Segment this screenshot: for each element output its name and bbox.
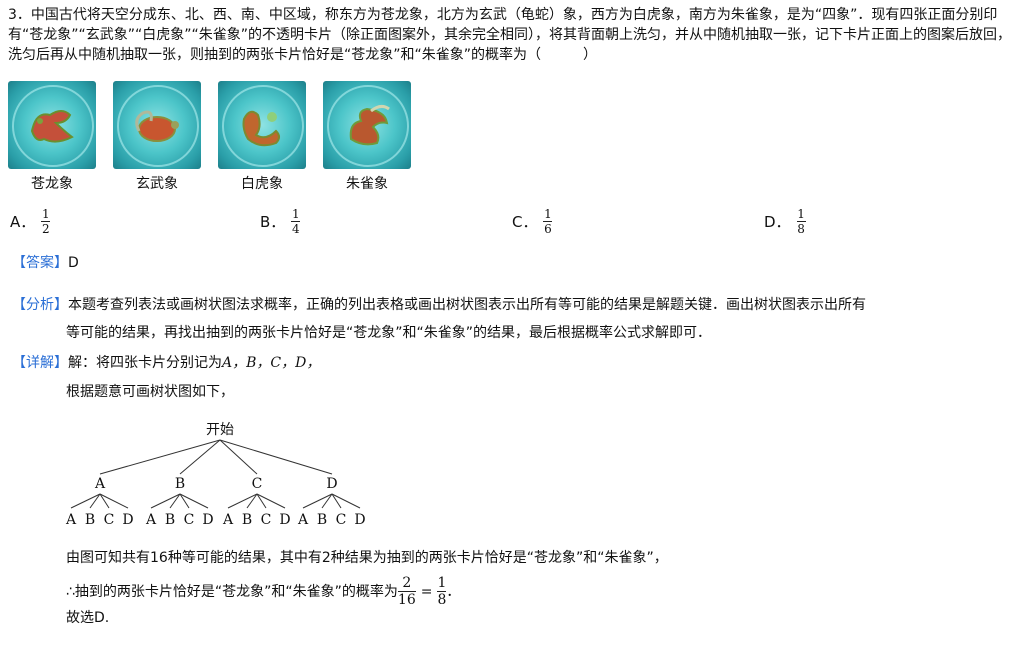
- tree-leaf: A: [65, 512, 77, 528]
- tree-leaf: D: [122, 512, 133, 528]
- option-a-letter: A．: [10, 213, 36, 231]
- tree-node-a: A: [94, 476, 106, 492]
- detail-line-2: 根据题意可画树状图如下，: [66, 384, 234, 400]
- tree-leaf: D: [279, 512, 290, 528]
- analysis-line-1: 【分析】本题考查列表法或画树状图法求概率，正确的列出表格或画出树状图表示出所有等…: [12, 295, 866, 315]
- tree-root: 开始: [206, 422, 234, 438]
- answer-tag: 【答案】: [12, 255, 68, 271]
- option-b-letter: B．: [260, 213, 286, 231]
- phoenix-card: [323, 81, 411, 169]
- tree-leaf: A: [145, 512, 157, 528]
- card-label-dragon: 苍龙象: [31, 176, 73, 192]
- dragon-icon: [30, 110, 74, 143]
- tiger-card: [218, 81, 306, 169]
- tree-leaf: A: [222, 512, 234, 528]
- option-b[interactable]: B． 14: [260, 207, 301, 236]
- detail-line-5: 故选D.: [66, 610, 110, 626]
- detail-text-4: ∴抽到的两张卡片恰好是“苍龙象”和“朱雀象”的概率为: [66, 583, 398, 600]
- option-d[interactable]: D． 18: [764, 208, 806, 235]
- card-label-turtle: 玄武象: [136, 176, 178, 192]
- tree-leaf: B: [242, 512, 252, 528]
- card-label-phoenix: 朱雀象: [346, 176, 388, 192]
- tree-leaf: B: [85, 512, 95, 528]
- tree-node-c: C: [252, 476, 263, 492]
- option-a[interactable]: A． 12: [10, 207, 51, 236]
- tree-leaf: B: [317, 512, 327, 528]
- fraction-1-8: 18: [437, 575, 447, 608]
- detail-text-1: 解：将四张卡片分别记为: [68, 355, 222, 371]
- option-d-fraction: 18: [796, 207, 806, 236]
- tree-leaf: D: [202, 512, 213, 528]
- answer-value: D: [68, 255, 79, 271]
- analysis-text-1: 本题考查列表法或画树状图法求概率，正确的列出表格或画出树状图表示出所有等可能的结…: [68, 297, 866, 313]
- tree-leaf: C: [336, 512, 347, 528]
- dragon-card: [8, 81, 96, 169]
- tree-leaf: C: [261, 512, 272, 528]
- detail-line-1: 【详解】解：将四张卡片分别记为A，B，C，D，: [12, 353, 320, 373]
- question-text: 3．中国古代将天空分成东、北、西、南、中区域，称东方为苍龙象，北方为玄武（龟蛇）…: [8, 7, 1012, 63]
- answer-line: 【答案】D: [12, 252, 79, 272]
- tiger-icon: [242, 110, 280, 147]
- option-b-fraction: 14: [291, 207, 301, 236]
- detail-line-4: ∴抽到的两张卡片恰好是“苍龙象”和“朱雀象”的概率为 2 16 = 18 ．: [66, 576, 460, 607]
- period: ．: [446, 583, 461, 600]
- option-a-fraction: 12: [41, 207, 51, 236]
- tree-node-b: B: [175, 476, 185, 492]
- analysis-line-2: 等可能的结果，再找出抽到的两张卡片恰好是“苍龙象”和“朱雀象”的结果，最后根据概…: [66, 325, 712, 341]
- turtle-card: [113, 81, 201, 169]
- detail-vars: A，B，C，D，: [222, 355, 321, 371]
- detail-tag: 【详解】: [12, 355, 68, 371]
- analysis-tag: 【分析】: [12, 297, 68, 313]
- option-c-letter: C．: [512, 213, 538, 231]
- equals-sign: =: [420, 583, 433, 600]
- tree-leaf: C: [184, 512, 195, 528]
- phoenix-icon: [349, 104, 390, 146]
- option-d-letter: D．: [764, 213, 791, 231]
- option-c[interactable]: C． 16: [512, 207, 553, 236]
- turtle-snake-icon: [135, 110, 179, 142]
- card-label-tiger: 白虎象: [241, 176, 283, 192]
- tree-leaf: D: [354, 512, 365, 528]
- option-c-fraction: 16: [543, 207, 553, 236]
- tree-leaf: B: [165, 512, 175, 528]
- detail-line-3: 由图可知共有16种等可能的结果，其中有2种结果为抽到的两张卡片恰好是“苍龙象”和…: [66, 550, 668, 566]
- tree-leaf: C: [104, 512, 115, 528]
- tree-node-d: D: [326, 476, 337, 492]
- tree-leaf: A: [297, 512, 309, 528]
- fraction-2-16: 2 16: [397, 575, 416, 608]
- tree-diagram: 开始 A B C D ABCDABCDABCDABCD: [65, 422, 366, 528]
